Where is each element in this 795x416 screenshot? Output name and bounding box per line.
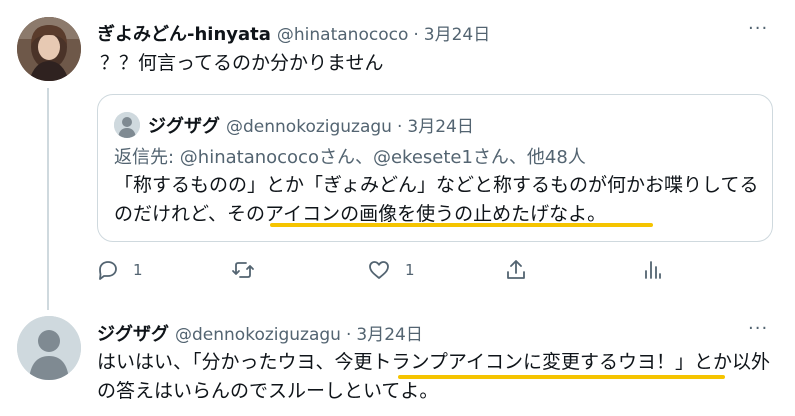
tweet-date[interactable]: 3月24日 (356, 320, 422, 345)
analytics-button[interactable] (640, 258, 664, 282)
default-avatar-icon (17, 316, 81, 380)
quoted-avatar[interactable] (114, 112, 140, 138)
reply-to-line: 返信先: @hinatanococoさん、@ekesete1さん、他48人 (114, 147, 586, 168)
separator: · (345, 325, 352, 345)
tweet-header: ジグザグ @dennokoziguzagu · 3月24日 (97, 320, 423, 346)
quoted-tweet-header: ジグザグ @dennokoziguzagu · 3月24日 (148, 112, 474, 138)
quoted-tweet-text: 「称するものの」とか「ぎょみどん」などと称するものが何かお喋りしてるのだけれど、… (114, 174, 759, 225)
quoted-tweet-date[interactable]: 3月24日 (407, 112, 473, 137)
highlight-underline (270, 223, 653, 227)
tweet-action-bar: 1 1 (95, 258, 670, 288)
tweet-header: ぎよみどん-hinyata @hinatanococo · 3月24日 (97, 20, 490, 46)
more-options-icon[interactable]: ··· (748, 18, 768, 39)
like-count: 1 (405, 261, 415, 279)
quoted-user-handle[interactable]: @dennokoziguzagu (226, 117, 392, 137)
like-button[interactable]: 1 (367, 258, 415, 282)
highlight-underline (398, 375, 725, 379)
display-name[interactable]: ぎよみどん-hinyata (97, 20, 271, 46)
tweet-text: ？？何言ってるのか分かりません (100, 52, 384, 74)
avatar[interactable] (17, 316, 81, 380)
user-handle[interactable]: @hinatanococo (277, 25, 408, 45)
user-handle[interactable]: @dennokoziguzagu (175, 325, 341, 345)
profile-photo-icon (17, 17, 81, 81)
quoted-tweet[interactable]: ジグザグ @dennokoziguzagu · 3月24日 返信先: @hina… (97, 94, 773, 242)
separator: · (396, 117, 403, 137)
share-button[interactable] (504, 258, 528, 282)
like-icon (369, 261, 389, 279)
thread-connector-line (47, 88, 49, 310)
reply-button[interactable]: 1 (95, 258, 143, 282)
reply-count: 1 (133, 261, 143, 279)
retweet-button[interactable] (231, 258, 269, 282)
retweet-icon (232, 262, 254, 278)
separator: · (413, 25, 419, 45)
tweet-date[interactable]: 3月24日 (424, 20, 490, 45)
quoted-display-name[interactable]: ジグザグ (148, 112, 220, 138)
analytics-icon (645, 261, 661, 279)
share-icon (507, 260, 525, 279)
more-options-icon[interactable]: ··· (748, 318, 768, 339)
display-name[interactable]: ジグザグ (97, 320, 169, 346)
avatar[interactable] (17, 17, 81, 81)
reply-icon (99, 261, 117, 280)
default-avatar-icon (114, 112, 140, 138)
